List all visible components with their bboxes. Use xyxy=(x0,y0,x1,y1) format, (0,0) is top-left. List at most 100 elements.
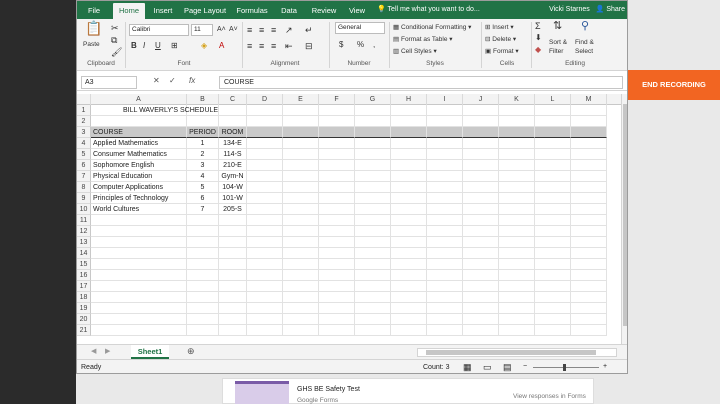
cell-a21[interactable] xyxy=(91,325,187,336)
cell-g12[interactable] xyxy=(355,226,391,237)
cell-k10[interactable] xyxy=(499,204,535,215)
cell-h13[interactable] xyxy=(391,237,427,248)
cell-c1[interactable] xyxy=(219,105,247,116)
cell-i12[interactable] xyxy=(427,226,463,237)
font-name-select[interactable]: Calibri xyxy=(129,24,189,36)
paste-icon[interactable]: 📋 xyxy=(85,21,102,35)
cell-a10[interactable]: World Cultures xyxy=(91,204,187,215)
autosum-button[interactable]: Σ xyxy=(535,21,541,31)
cell-j1[interactable] xyxy=(463,105,499,116)
cell-g13[interactable] xyxy=(355,237,391,248)
row-header[interactable]: 16 xyxy=(77,270,91,281)
zoom-in-icon[interactable]: + xyxy=(603,363,607,370)
cell-g15[interactable] xyxy=(355,259,391,270)
cell-l13[interactable] xyxy=(535,237,571,248)
cell-j6[interactable] xyxy=(463,160,499,171)
cell-i14[interactable] xyxy=(427,248,463,259)
tell-me-box[interactable]: 💡 Tell me what you want to do... xyxy=(377,3,480,17)
page-layout-view-icon[interactable]: ▭ xyxy=(483,362,492,373)
cell-l15[interactable] xyxy=(535,259,571,270)
cell-g7[interactable] xyxy=(355,171,391,182)
cell-b9[interactable]: 6 xyxy=(187,193,219,204)
cell-d12[interactable] xyxy=(247,226,283,237)
cell-l2[interactable] xyxy=(535,116,571,127)
cell-f2[interactable] xyxy=(319,116,355,127)
cell-d11[interactable] xyxy=(247,215,283,226)
cell-a6[interactable]: Sophomore English xyxy=(91,160,187,171)
row-header[interactable]: 15 xyxy=(77,259,91,270)
column-header-k[interactable]: K xyxy=(499,94,535,105)
cell-m14[interactable] xyxy=(571,248,607,259)
cell-m9[interactable] xyxy=(571,193,607,204)
cell-d7[interactable] xyxy=(247,171,283,182)
cell-e5[interactable] xyxy=(283,149,319,160)
cell-f13[interactable] xyxy=(319,237,355,248)
cell-g18[interactable] xyxy=(355,292,391,303)
cell-e16[interactable] xyxy=(283,270,319,281)
cell-g5[interactable] xyxy=(355,149,391,160)
conditional-formatting-button[interactable]: ▦ Conditional Formatting ▾ xyxy=(393,23,471,31)
cell-e14[interactable] xyxy=(283,248,319,259)
zoom-thumb[interactable] xyxy=(563,364,566,371)
cell-a15[interactable] xyxy=(91,259,187,270)
cell-h5[interactable] xyxy=(391,149,427,160)
align-bottom-icon[interactable]: ≡ xyxy=(271,25,276,35)
cell-l20[interactable] xyxy=(535,314,571,325)
cell-j7[interactable] xyxy=(463,171,499,182)
cell-d1[interactable] xyxy=(247,105,283,116)
cell-m20[interactable] xyxy=(571,314,607,325)
cell-e21[interactable] xyxy=(283,325,319,336)
cell-g17[interactable] xyxy=(355,281,391,292)
cell-k17[interactable] xyxy=(499,281,535,292)
cell-d4[interactable] xyxy=(247,138,283,149)
cell-d14[interactable] xyxy=(247,248,283,259)
cell-b15[interactable] xyxy=(187,259,219,270)
cell-e8[interactable] xyxy=(283,182,319,193)
cell-a1[interactable]: BILL WAVERLY'S SCHEDULE xyxy=(91,105,218,116)
cell-m2[interactable] xyxy=(571,116,607,127)
cell-j5[interactable] xyxy=(463,149,499,160)
cell-e12[interactable] xyxy=(283,226,319,237)
column-header-b[interactable]: B xyxy=(187,94,219,105)
sort-filter-icon[interactable]: ⇅ xyxy=(553,21,562,32)
cell-h15[interactable] xyxy=(391,259,427,270)
cell-a11[interactable] xyxy=(91,215,187,226)
cell-a14[interactable] xyxy=(91,248,187,259)
cell-k9[interactable] xyxy=(499,193,535,204)
user-name[interactable]: Vicki Starnes xyxy=(549,6,590,13)
cell-j10[interactable] xyxy=(463,204,499,215)
cell-m17[interactable] xyxy=(571,281,607,292)
cell-g9[interactable] xyxy=(355,193,391,204)
cell-i19[interactable] xyxy=(427,303,463,314)
cell-b8[interactable]: 5 xyxy=(187,182,219,193)
clear-icon[interactable]: ◆ xyxy=(535,45,541,55)
cell-h8[interactable] xyxy=(391,182,427,193)
cell-g1[interactable] xyxy=(355,105,391,116)
cell-h6[interactable] xyxy=(391,160,427,171)
cell-d19[interactable] xyxy=(247,303,283,314)
cell-i17[interactable] xyxy=(427,281,463,292)
cell-b7[interactable]: 4 xyxy=(187,171,219,182)
cell-k15[interactable] xyxy=(499,259,535,270)
cell-b10[interactable]: 7 xyxy=(187,204,219,215)
cell-j3[interactable] xyxy=(463,127,499,138)
cell-i18[interactable] xyxy=(427,292,463,303)
cell-c4[interactable]: 134-E xyxy=(219,138,247,149)
scroll-tabs-right-icon[interactable]: ▶ xyxy=(105,347,110,355)
cell-k14[interactable] xyxy=(499,248,535,259)
cell-c8[interactable]: 104-W xyxy=(219,182,247,193)
cell-d2[interactable] xyxy=(247,116,283,127)
zoom-slider[interactable] xyxy=(533,364,599,371)
currency-button[interactable]: $ xyxy=(339,40,343,50)
cell-k12[interactable] xyxy=(499,226,535,237)
cell-c17[interactable] xyxy=(219,281,247,292)
cell-l5[interactable] xyxy=(535,149,571,160)
cell-f5[interactable] xyxy=(319,149,355,160)
cell-k6[interactable] xyxy=(499,160,535,171)
cell-f3[interactable] xyxy=(319,127,355,138)
cell-g21[interactable] xyxy=(355,325,391,336)
cell-d16[interactable] xyxy=(247,270,283,281)
cell-c16[interactable] xyxy=(219,270,247,281)
tab-view[interactable]: View xyxy=(345,3,369,19)
row-header[interactable]: 11 xyxy=(77,215,91,226)
